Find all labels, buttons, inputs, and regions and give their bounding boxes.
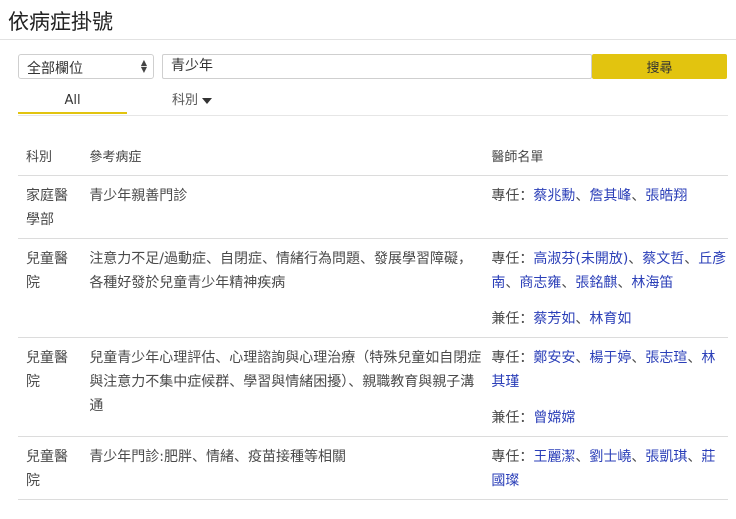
doctor-separator: 、: [687, 350, 702, 366]
doctor-link[interactable]: 張皓翔: [645, 188, 687, 204]
doctor-link[interactable]: 王麗潔: [533, 449, 575, 465]
row-doctors: 專任：蔡兆勳、詹其峰、張皓翔: [483, 175, 728, 239]
select-arrows-icon: ▲ ▼: [140, 58, 147, 74]
doctor-link[interactable]: 張銘麒: [575, 275, 617, 291]
row-dept: 兒童醫院: [18, 337, 82, 437]
row-condition: 青少年親善門診: [81, 175, 484, 239]
doctor-separator: 、: [631, 449, 646, 465]
role-label: 兼任：: [491, 410, 534, 426]
role-label: 兼任：: [491, 311, 534, 327]
tab-all[interactable]: All: [18, 90, 127, 114]
row-condition: 青少年門診:肥胖、情緒、疫苗接種等相關: [81, 436, 484, 500]
table-row: 兒童醫院 兒童青少年心理評估、心理諮詢與心理治療（特殊兒童如自閉症與注意力不集中症…: [18, 337, 728, 437]
doctor-link[interactable]: 高淑芬(未開放): [533, 251, 628, 267]
search-bar: 全部欄位 ▲▼ 搜尋: [18, 54, 728, 79]
doctor-separator: 、: [631, 188, 646, 204]
row-dept: 兒童醫院: [18, 238, 82, 338]
role-label: 專任：: [491, 188, 534, 204]
doctor-separator: 、: [575, 449, 590, 465]
doctor-link[interactable]: 林海笛: [631, 275, 673, 291]
row-condition: 兒童青少年心理評估、心理諮詢與心理治療（特殊兒童如自閉症與注意力不集中症候群、學…: [81, 337, 484, 437]
doctor-separator: 、: [561, 275, 576, 291]
doctor-separator: 、: [617, 275, 632, 291]
doctor-separator: 、: [575, 188, 590, 204]
tab-dept-dropdown[interactable]: 科別: [172, 90, 213, 114]
row-condition: 注意力不足/過動症、自閉症、情緒行為問題、發展學習障礙，各種好發於兒童青少年精神…: [81, 238, 484, 338]
doctor-link[interactable]: 蔡文哲: [642, 251, 684, 267]
doctor-role-group: 兼任：蔡芳如、林育如: [491, 307, 728, 331]
row-dept: 家庭醫學部: [18, 175, 82, 239]
doctor-separator: 、: [575, 350, 590, 366]
table-header-row: 科別 參考病症 醫師名單: [18, 140, 728, 176]
role-label: 專任：: [491, 350, 534, 366]
row-doctors: 專任：鄭安安、楊于婷、張志瑄、林其瑾兼任：曾嫦嫦: [483, 337, 728, 437]
row-doctors: 專任：高淑芬(未開放)、蔡文哲、丘彥南、商志雍、張銘麒、林海笛 兼任：蔡芳如、林育…: [483, 238, 728, 338]
page-title: 依病症掛號: [8, 10, 113, 34]
doctor-role-group: 兼任：曾嫦嫦: [491, 406, 728, 430]
role-label: 專任：: [491, 449, 534, 465]
tab-divider: [18, 115, 728, 116]
doctor-separator: 、: [628, 251, 643, 267]
title-divider: [0, 39, 736, 40]
doctor-link[interactable]: 商志雍: [519, 275, 561, 291]
doctor-link[interactable]: 張志瑄: [645, 350, 687, 366]
keyword-input[interactable]: [162, 54, 592, 79]
doctor-link[interactable]: 林育如: [589, 311, 631, 327]
doctor-separator: 、: [575, 311, 590, 327]
field-select-value: 全部欄位: [27, 61, 83, 77]
doctor-role-group: 專任：王麗潔、劉士嶢、張凱琪、莊國璨: [491, 445, 728, 493]
header-doctors: 醫師名單: [483, 140, 728, 176]
tab-dept-label: 科別: [172, 93, 199, 108]
field-select[interactable]: 全部欄位 ▲ ▼: [18, 54, 154, 79]
doctor-link[interactable]: 曾嫦嫦: [533, 410, 575, 426]
doctor-role-group: 專任：鄭安安、楊于婷、張志瑄、林其瑾: [491, 346, 728, 394]
doctor-separator: 、: [687, 449, 702, 465]
doctor-role-group: 專任：高淑芬(未開放)、蔡文哲、丘彥南、商志雍、張銘麒、林海笛: [491, 247, 728, 295]
doctor-link[interactable]: 楊于婷: [589, 350, 631, 366]
doctor-link[interactable]: 鄭安安: [533, 350, 575, 366]
doctor-separator: 、: [505, 275, 520, 291]
role-label: 專任：: [491, 251, 534, 267]
doctor-link[interactable]: 詹其峰: [589, 188, 631, 204]
table-row: 兒童醫院 注意力不足/過動症、自閉症、情緒行為問題、發展學習障礙，各種好發於兒童青…: [18, 238, 728, 338]
results-body: 家庭醫學部 青少年親善門診 專任：蔡兆勳、詹其峰、張皓翔 兒童醫院 注意力不足/過動症、…: [18, 175, 728, 500]
doctor-link[interactable]: 劉士嶢: [589, 449, 631, 465]
row-dept: 兒童醫院: [18, 436, 82, 500]
table-row: 家庭醫學部 青少年親善門診 專任：蔡兆勳、詹其峰、張皓翔: [18, 175, 728, 239]
row-doctors: 專任：王麗潔、劉士嶢、張凱琪、莊國璨: [483, 436, 728, 500]
doctor-role-group: 專任：蔡兆勳、詹其峰、張皓翔: [491, 184, 728, 208]
search-button[interactable]: 搜尋: [592, 54, 727, 79]
doctor-separator: 、: [631, 350, 646, 366]
doctor-link[interactable]: 張凱琪: [645, 449, 687, 465]
header-condition: 參考病症: [81, 140, 484, 176]
doctor-link[interactable]: 蔡芳如: [533, 311, 575, 327]
doctor-link[interactable]: 蔡兆勳: [533, 188, 575, 204]
doctor-separator: 、: [684, 251, 699, 267]
header-dept: 科別: [18, 140, 82, 176]
table-row: 兒童醫院 青少年門診:肥胖、情緒、疫苗接種等相關 專任：王麗潔、劉士嶢、張凱琪、莊國…: [18, 436, 728, 500]
results-table: 科別 參考病症 醫師名單 家庭醫學部 青少年親善門診 專任：蔡兆勳、詹其峰、張皓翔兒…: [18, 140, 728, 500]
caret-down-icon: [202, 97, 213, 104]
